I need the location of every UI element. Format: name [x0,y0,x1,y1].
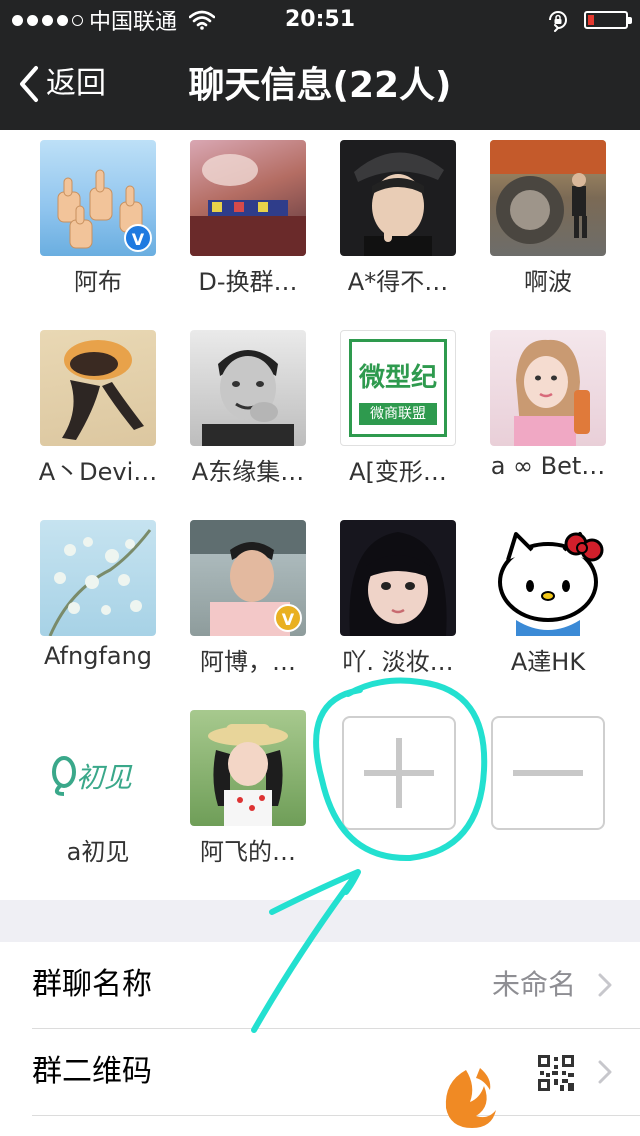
nav-bar: 返回 聊天信息(22人) [0,40,640,130]
chujian-logo-text: 初见 [76,761,133,794]
vip-badge-icon: V [274,604,302,632]
member-name: 吖. 淡妆… [342,648,454,676]
avatar [490,520,606,636]
avatar: V [40,140,156,256]
avatar: V [190,520,306,636]
remove-member-button[interactable] [491,716,605,830]
member-name: A*得不… [347,268,449,296]
avatar [190,710,306,826]
clock: 20:51 [284,7,356,32]
member-name: Afngfang [43,642,153,670]
battery-low-icon [584,11,632,29]
member-name: D-换群… [198,268,298,296]
add-member-button[interactable] [342,716,456,830]
section-gap [0,900,640,942]
member-name: 阿飞的… [200,838,296,866]
member-name: a ∞ Bet… [490,452,606,480]
avatar [40,520,156,636]
avatar [190,330,306,446]
chevron-right-icon [598,1060,612,1084]
rotation-lock-icon [549,11,567,32]
avatar: 初见 [40,710,156,826]
avatar [340,140,456,256]
group-name-row[interactable]: 群聊名称 未命名 [0,942,640,1028]
verified-badge-icon: V [124,224,152,252]
minus-icon [513,770,583,776]
member-name: 阿博，… [200,648,296,676]
status-right [546,6,632,34]
group-name-label: 群聊名称 [32,967,152,1002]
row-divider [32,1115,640,1116]
status-bar: 中国联通 20:51 [0,0,640,40]
member-grid: V 阿布 D-换群… A*得不… 啊波 A丶Devi… A东缘集… 微型纪 微商… [0,130,640,900]
member-name: 阿布 [74,268,122,296]
page-title: 聊天信息(22人) [188,65,452,106]
chevron-right-icon [598,973,612,997]
weixing-logo-text: 微型纪 [358,363,437,393]
avatar [490,330,606,446]
member-name: 啊波 [524,268,572,296]
weishang-logo-text: 微商联盟 [359,403,437,425]
member-name: A丶Devi… [38,458,158,486]
member-name: a初见 [66,838,130,866]
qr-code-icon [536,1053,576,1093]
member-name: A達HK [510,648,586,676]
avatar [40,330,156,446]
avatar [190,140,306,256]
group-qr-label: 群二维码 [32,1054,152,1089]
avatar: 微型纪 微商联盟 [340,330,456,446]
member-name: A东缘集… [191,458,305,486]
avatar [340,520,456,636]
group-qr-row[interactable]: 群二维码 [0,1029,640,1115]
fox-logo-icon [445,1068,496,1128]
plus-icon [364,738,434,808]
group-name-value: 未命名 [491,968,576,1001]
avatar [490,140,606,256]
member-name: A[变形… [349,458,447,486]
